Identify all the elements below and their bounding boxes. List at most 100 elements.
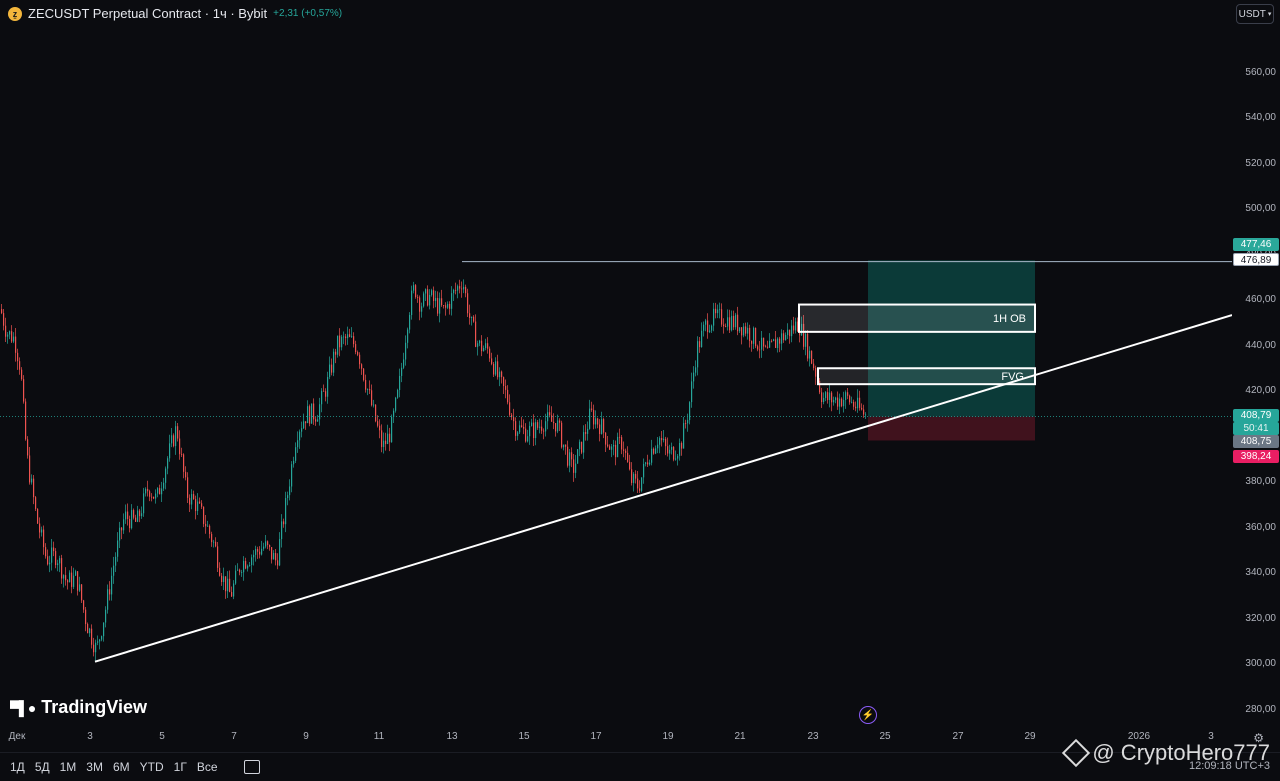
range-ytd-button[interactable]: YTD xyxy=(140,760,164,774)
candle-body xyxy=(761,337,763,350)
candle-body xyxy=(255,549,257,555)
time-axis[interactable]: Дек 3 5 7 9 11 13 15 17 19 21 23 25 27 29 2026 3 xyxy=(0,728,1232,748)
candle-body xyxy=(49,562,51,565)
candle-body xyxy=(143,493,145,514)
range-all-button[interactable]: Все xyxy=(197,760,218,774)
candle-body xyxy=(153,496,155,499)
candle-body xyxy=(321,390,323,405)
target-zone xyxy=(868,260,1035,417)
candle-body xyxy=(715,308,717,314)
candle-body xyxy=(213,541,215,543)
candle-body xyxy=(371,390,373,406)
candle-body xyxy=(545,421,547,432)
candle-body xyxy=(203,506,205,524)
range-5d-button[interactable]: 5Д xyxy=(35,760,50,774)
candle-body xyxy=(565,444,567,447)
candle-body xyxy=(443,305,445,306)
candle-body xyxy=(69,572,71,583)
chart-plot-area[interactable]: 1H OB FVG xyxy=(0,0,1232,728)
candle-body xyxy=(167,458,169,469)
range-1m-button[interactable]: 1М xyxy=(60,760,77,774)
candle-body xyxy=(857,397,859,409)
candle-body xyxy=(253,554,255,558)
candle-body xyxy=(829,392,831,401)
candle-body xyxy=(449,303,451,309)
candle-body xyxy=(781,333,783,344)
candle-body xyxy=(15,336,17,353)
candle-body xyxy=(837,397,839,407)
resistance-price-tag: 476,89 xyxy=(1233,253,1279,266)
candle-body xyxy=(241,572,243,574)
range-1d-button[interactable]: 1Д xyxy=(10,760,25,774)
candle-body xyxy=(721,309,723,325)
candle-body xyxy=(237,569,239,571)
candle-body xyxy=(145,488,147,494)
candle-body xyxy=(689,402,691,421)
candle-body xyxy=(359,354,361,365)
candle-body xyxy=(103,622,105,637)
price-axis[interactable]: 560,00540,00520,00500,00480,00460,00440,… xyxy=(1232,0,1280,728)
candle-body xyxy=(193,494,195,500)
range-6m-button[interactable]: 6М xyxy=(113,760,130,774)
range-1y-button[interactable]: 1Г xyxy=(174,760,187,774)
candle-body xyxy=(679,443,681,456)
candle-body xyxy=(699,341,701,348)
candle-body xyxy=(481,340,483,352)
price-tick-label: 520,00 xyxy=(1245,157,1276,169)
candle-body xyxy=(769,340,771,348)
candle-body xyxy=(633,473,635,483)
candle-body xyxy=(709,330,711,333)
candle-body xyxy=(319,404,321,420)
flash-icon[interactable]: ⚡ xyxy=(859,706,877,724)
range-3m-button[interactable]: 3М xyxy=(86,760,103,774)
candle-body xyxy=(555,423,557,432)
candle-body xyxy=(177,426,179,439)
candle-body xyxy=(631,469,633,483)
candle-body xyxy=(97,641,99,643)
candle-body xyxy=(257,549,259,552)
candle-body xyxy=(41,529,43,533)
candle-body xyxy=(521,425,523,427)
candle-body xyxy=(137,510,139,522)
candle-body xyxy=(109,589,111,595)
symbol-title[interactable]: ZECUSDT Perpetual Contract · 1ч · Bybit xyxy=(28,6,267,21)
candle-body xyxy=(729,317,731,331)
candle-body xyxy=(265,541,267,547)
candle-body xyxy=(429,294,431,306)
calendar-icon[interactable] xyxy=(243,760,260,774)
candle-body xyxy=(559,420,561,423)
candle-body xyxy=(617,436,619,458)
price-tick-label: 360,00 xyxy=(1245,521,1276,533)
candle-body xyxy=(427,289,429,306)
time-tick-label: 19 xyxy=(662,731,674,742)
candle-body xyxy=(189,497,191,505)
candle-body xyxy=(307,406,309,424)
candle-body xyxy=(225,576,227,592)
candle-body xyxy=(243,560,245,573)
candle-body xyxy=(657,444,659,449)
time-tick-label: 5 xyxy=(159,731,165,742)
candle-body xyxy=(95,642,97,653)
candle-body xyxy=(339,335,341,348)
price-chart[interactable]: 1H OB FVG xyxy=(0,0,1232,728)
candle-body xyxy=(289,486,291,496)
candle-body xyxy=(513,417,515,422)
candle-body xyxy=(199,501,201,504)
candle-body xyxy=(349,334,351,337)
candle-body xyxy=(707,320,709,333)
candle-body xyxy=(19,361,21,370)
candle-body xyxy=(217,546,219,568)
candle-body xyxy=(163,482,165,489)
candle-body xyxy=(445,305,447,308)
candle-body xyxy=(347,334,349,339)
candle-body xyxy=(613,444,615,447)
symbol-header[interactable]: ẕ ZECUSDT Perpetual Contract · 1ч · Bybi… xyxy=(8,6,342,21)
candle-body xyxy=(831,392,833,403)
binance-logo-icon xyxy=(1062,738,1091,768)
candle-body xyxy=(287,495,289,499)
price-tick-label: 440,00 xyxy=(1245,339,1276,351)
watermark-text: @ CryptoHero777 xyxy=(1092,740,1270,765)
ascending-trendline xyxy=(94,314,1232,663)
candle-body xyxy=(377,421,379,426)
candle-body xyxy=(645,462,647,464)
